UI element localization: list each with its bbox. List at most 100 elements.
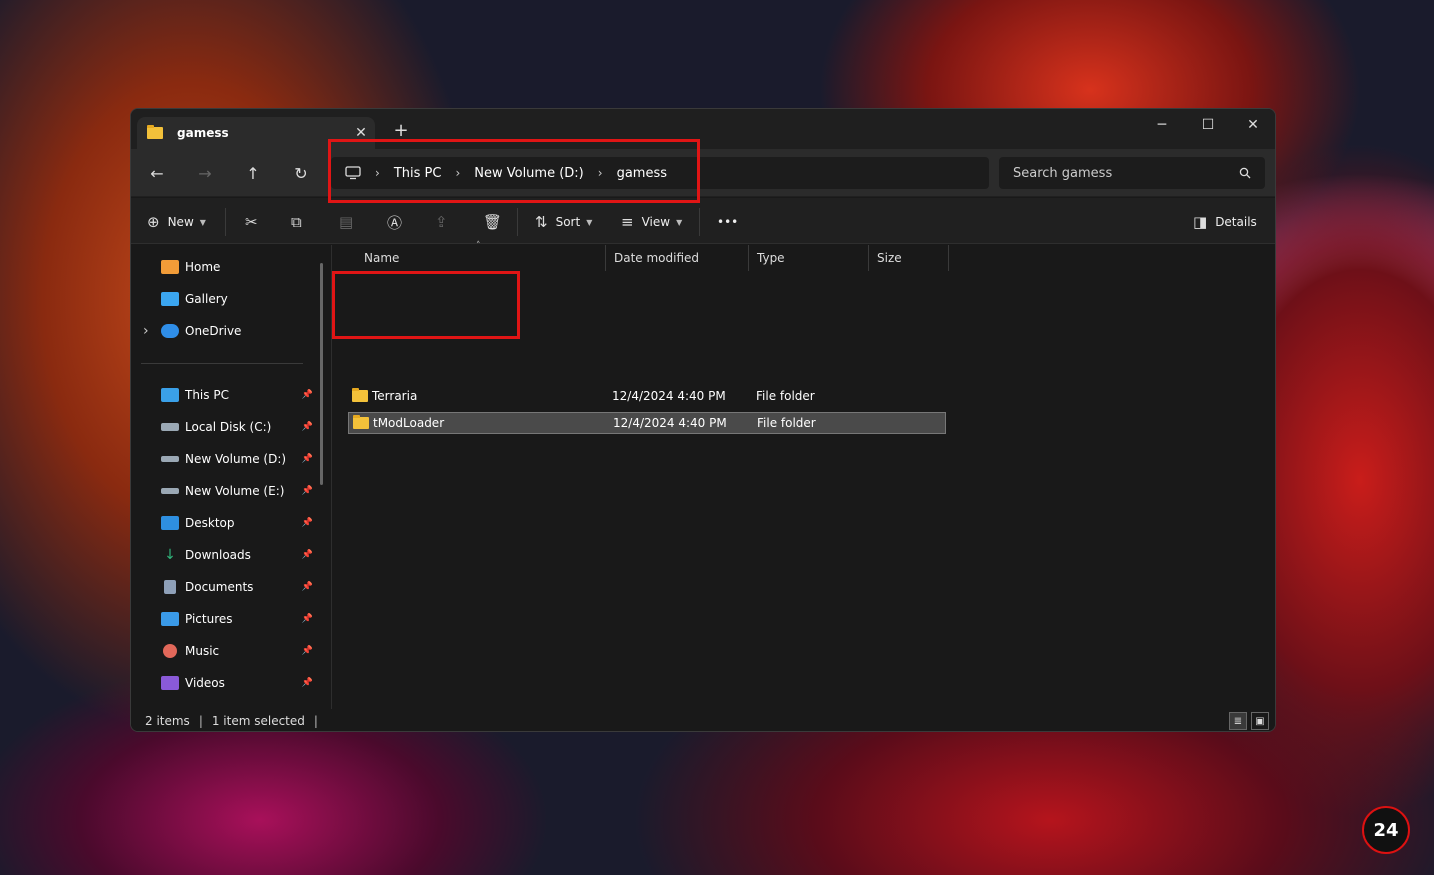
maximize-button[interactable]: ☐ [1185, 109, 1231, 141]
sidebar-item-documents[interactable]: Documents 📌 [161, 577, 313, 597]
sort-label: Sort [555, 215, 581, 229]
details-view-icon[interactable]: ≣ [1229, 712, 1247, 730]
back-button[interactable]: ← [145, 161, 169, 185]
navigation-bar: ← → ↑ ↻ › This PC › New Volume (D:) › ga… [131, 149, 1275, 197]
pin-icon[interactable]: 📌 [302, 582, 313, 592]
status-divider: | [313, 714, 318, 728]
share-button[interactable]: ⇪ [435, 210, 456, 234]
status-divider: | [198, 714, 203, 728]
close-window-button[interactable]: ✕ [1230, 109, 1275, 141]
search-input[interactable]: Search gamess [999, 157, 1265, 189]
minimize-button[interactable]: ─ [1139, 109, 1185, 141]
file-date: 12/4/2024 4:40 PM [613, 416, 727, 430]
folder-icon [353, 415, 369, 429]
pin-icon[interactable]: 📌 [302, 486, 313, 496]
pin-icon[interactable]: 📌 [302, 646, 313, 656]
trash-icon: 🗑 [483, 213, 503, 231]
more-options-button[interactable]: ••• [717, 210, 738, 234]
column-header-name[interactable]: Name [356, 245, 606, 271]
sidebar-item-label: Documents [185, 580, 254, 594]
search-icon [1239, 167, 1251, 179]
gallery-icon [161, 292, 179, 306]
sort-button[interactable]: ⇅ Sort ▼ [535, 210, 592, 234]
up-button[interactable]: ↑ [241, 161, 265, 185]
title-bar: gamess ✕ + ─ ☐ ✕ [131, 109, 1275, 149]
sidebar-item-label: Gallery [185, 292, 228, 306]
sidebar-item-home[interactable]: Home [161, 257, 313, 277]
rename-icon: Ⓐ [387, 213, 403, 232]
forward-button[interactable]: → [193, 161, 217, 185]
table-row[interactable]: Terraria 12/4/2024 4:40 PM File folder [348, 385, 946, 407]
sidebar-item-label: Downloads [185, 548, 251, 562]
sidebar-item-new-volume-d[interactable]: New Volume (D:) 📌 [161, 449, 313, 469]
pin-icon[interactable]: 📌 [302, 518, 313, 528]
chevron-down-icon: ▼ [586, 217, 593, 227]
toolbar-divider [225, 208, 226, 236]
item-count: 2 items [145, 714, 190, 728]
sidebar-item-videos[interactable]: Videos 📌 [161, 673, 313, 693]
sidebar-item-label: Music [185, 644, 220, 658]
copy-icon: ⧉ [291, 213, 302, 231]
share-icon: ⇪ [435, 213, 448, 231]
column-header-size[interactable]: Size [869, 245, 949, 271]
file-explorer-window: gamess ✕ + ─ ☐ ✕ ← → ↑ ↻ › This PC › New… [130, 108, 1276, 732]
paste-button[interactable]: ▤ [339, 210, 361, 234]
pin-icon[interactable]: 📌 [302, 422, 313, 432]
sidebar-item-desktop[interactable]: Desktop 📌 [161, 513, 313, 533]
sidebar-item-local-disk-c[interactable]: Local Disk (C:) 📌 [161, 417, 313, 437]
drive-icon [161, 456, 179, 462]
sidebar-item-label: Desktop [185, 516, 235, 530]
view-button[interactable]: ≡ View ▼ [621, 210, 682, 234]
pin-icon[interactable]: 📌 [302, 550, 313, 560]
delete-button[interactable]: 🗑 [483, 210, 510, 234]
sidebar-item-this-pc[interactable]: This PC 📌 [161, 385, 313, 405]
sidebar-item-gallery[interactable]: Gallery [161, 289, 313, 309]
cut-button[interactable]: ✂ [245, 210, 266, 234]
new-tab-button[interactable]: + [389, 121, 413, 141]
cloud-icon [161, 324, 179, 338]
details-pane-button[interactable]: ◨ Details [1193, 210, 1257, 234]
folders-highlight [332, 271, 520, 339]
file-name: tModLoader [373, 416, 445, 430]
pin-icon[interactable]: 📌 [302, 614, 313, 624]
new-button[interactable]: ⊕ New ▼ [147, 210, 206, 234]
details-pane-icon: ◨ [1193, 213, 1208, 231]
sidebar-item-downloads[interactable]: ↓ Downloads 📌 [161, 545, 313, 565]
column-header-date-modified[interactable]: Date modified [605, 245, 749, 271]
view-label: View [641, 215, 671, 229]
column-label: Date modified [614, 251, 700, 265]
pin-icon[interactable]: 📌 [302, 454, 313, 464]
details-label: Details [1215, 215, 1257, 229]
sidebar-divider [141, 363, 303, 364]
tiles-view-icon[interactable]: ▣ [1251, 712, 1269, 730]
refresh-button[interactable]: ↻ [289, 161, 313, 185]
pin-icon[interactable]: 📌 [302, 390, 313, 400]
column-header-type[interactable]: Type [749, 245, 869, 271]
toolbar-divider [517, 208, 518, 236]
sidebar-item-label: Pictures [185, 612, 233, 626]
status-bar: 2 items | 1 item selected | [131, 709, 1275, 731]
expand-chevron-icon[interactable]: › [143, 321, 149, 341]
plus-circle-icon: ⊕ [147, 213, 160, 231]
sidebar-scrollbar[interactable] [320, 263, 323, 485]
sidebar-item-new-volume-e[interactable]: New Volume (E:) 📌 [161, 481, 313, 501]
tab-title: gamess [177, 126, 229, 140]
file-type: File folder [757, 416, 816, 430]
rename-button[interactable]: Ⓐ [387, 210, 410, 234]
table-row-selected[interactable]: tModLoader 12/4/2024 4:40 PM File folder [348, 412, 946, 434]
sidebar-item-onedrive[interactable]: OneDrive [161, 321, 313, 341]
sidebar-item-label: New Volume (D:) [185, 452, 287, 466]
command-bar: ⊕ New ▼ ✂ ⧉ ▤ Ⓐ ⇪ 🗑 ⇅ Sort ▼ ≡ View ▼ ••… [131, 198, 1275, 244]
drive-icon [161, 488, 179, 494]
sidebar-item-label: Videos [185, 676, 225, 690]
sidebar-item-pictures[interactable]: Pictures 📌 [161, 609, 313, 629]
site-logo: 24 [1362, 806, 1410, 854]
list-icon: ≡ [621, 213, 634, 231]
scissors-icon: ✂ [245, 213, 258, 231]
folder-icon [147, 125, 163, 139]
desktop-icon [161, 516, 179, 530]
copy-button[interactable]: ⧉ [291, 210, 310, 234]
pin-icon[interactable]: 📌 [302, 678, 313, 688]
sidebar-item-music[interactable]: Music 📌 [161, 641, 313, 661]
toolbar-divider [699, 208, 700, 236]
